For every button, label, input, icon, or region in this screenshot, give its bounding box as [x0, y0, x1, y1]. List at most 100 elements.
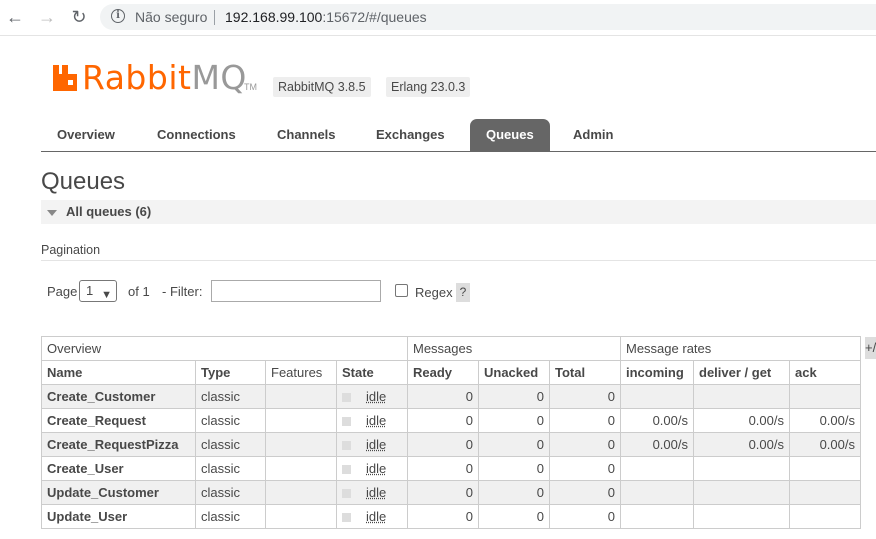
- tab-exchanges[interactable]: Exchanges: [360, 119, 461, 151]
- col-type[interactable]: Type: [195, 360, 266, 385]
- col-total[interactable]: Total: [549, 360, 621, 385]
- queue-type: classic: [195, 456, 266, 481]
- deliver-get-rate: [693, 456, 790, 481]
- ack-rate: 0.00/s: [789, 408, 861, 433]
- deliver-get-rate: [693, 480, 790, 505]
- state-indicator-icon: [342, 489, 351, 499]
- col-state[interactable]: State: [336, 360, 408, 385]
- url-path: :15672/#/queues: [322, 9, 427, 25]
- queue-state: idle: [336, 408, 408, 433]
- url-host: 192.168.99.100: [225, 9, 323, 25]
- total-count: 0: [549, 456, 621, 481]
- total-count: 0: [549, 432, 621, 457]
- queue-type: classic: [195, 504, 266, 529]
- tab-queues[interactable]: Queues: [470, 119, 550, 151]
- ack-rate: [789, 504, 861, 529]
- url-text[interactable]: 192.168.99.100:15672/#/queues: [225, 9, 427, 25]
- incoming-rate: [620, 384, 694, 409]
- state-label: idle: [366, 389, 387, 404]
- back-arrow-icon[interactable]: ←: [4, 6, 26, 28]
- tab-channels[interactable]: Channels: [261, 119, 352, 151]
- col-unacked[interactable]: Unacked: [478, 360, 550, 385]
- forward-arrow-icon[interactable]: →: [36, 6, 58, 28]
- group-message-rates: Message rates: [620, 336, 861, 361]
- queue-features: [265, 456, 337, 481]
- table-row[interactable]: Update_Customer classic idle 0 0 0: [41, 480, 861, 505]
- table-row[interactable]: Create_Customer classic idle 0 0 0: [41, 384, 861, 409]
- table-row[interactable]: Create_RequestPizza classic idle 0 0 0 0.00/s 0…: [41, 432, 861, 457]
- incoming-rate: [620, 456, 694, 481]
- queue-features: [265, 408, 337, 433]
- deliver-get-rate: 0.00/s: [693, 408, 790, 433]
- queue-name[interactable]: Update_User: [41, 504, 196, 529]
- logo-wordmark: RabbitMQ: [82, 58, 247, 97]
- tab-connections[interactable]: Connections: [141, 119, 252, 151]
- collapse-triangle-icon: [47, 210, 57, 216]
- incoming-rate: 0.00/s: [620, 408, 694, 433]
- table-row[interactable]: Create_Request classic idle 0 0 0 0.00/s 0.00/s…: [41, 408, 861, 433]
- incoming-rate: [620, 504, 694, 529]
- unacked-count: 0: [478, 504, 550, 529]
- state-indicator-icon: [342, 441, 351, 451]
- deliver-get-rate: 0.00/s: [693, 432, 790, 457]
- regex-checkbox[interactable]: [395, 284, 408, 297]
- state-indicator-icon: [342, 393, 351, 403]
- table-column-header: Name Type Features State Ready Unacked T…: [41, 360, 861, 385]
- queue-name[interactable]: Create_RequestPizza: [41, 432, 196, 457]
- queue-features: [265, 480, 337, 505]
- ack-rate: [789, 384, 861, 409]
- page-select-value: 1: [86, 283, 94, 298]
- col-ack[interactable]: ack: [789, 360, 861, 385]
- state-label: idle: [366, 437, 387, 452]
- table-row[interactable]: Create_User classic idle 0 0 0: [41, 456, 861, 481]
- queue-name[interactable]: Create_Customer: [41, 384, 196, 409]
- erlang-version: Erlang 23.0.3: [386, 77, 471, 97]
- regex-help-button[interactable]: ?: [456, 283, 470, 302]
- total-count: 0: [549, 504, 621, 529]
- unacked-count: 0: [478, 384, 550, 409]
- ready-count: 0: [407, 456, 479, 481]
- reload-icon[interactable]: ↻: [68, 6, 90, 28]
- address-separator: [214, 10, 215, 25]
- page-select[interactable]: 1 ▼: [79, 280, 117, 302]
- all-queues-label: All queues (6): [66, 204, 152, 219]
- queue-type: classic: [195, 480, 266, 505]
- queue-name[interactable]: Create_User: [41, 456, 196, 481]
- col-ready[interactable]: Ready: [407, 360, 479, 385]
- all-queues-toggle[interactable]: All queues (6): [41, 200, 876, 224]
- queue-state: idle: [336, 456, 408, 481]
- queue-features: [265, 384, 337, 409]
- deliver-get-rate: [693, 504, 790, 529]
- col-incoming[interactable]: incoming: [620, 360, 694, 385]
- pagination-divider: [41, 260, 876, 261]
- logo-trademark: TM: [244, 82, 257, 92]
- pagination-title: Pagination: [41, 243, 101, 257]
- state-indicator-icon: [342, 513, 351, 523]
- address-bar[interactable]: i Não seguro 192.168.99.100:15672/#/queu…: [100, 4, 876, 30]
- info-icon[interactable]: i: [111, 9, 125, 23]
- unacked-count: 0: [478, 408, 550, 433]
- table-row[interactable]: Update_User classic idle 0 0 0: [41, 504, 861, 529]
- queue-type: classic: [195, 384, 266, 409]
- incoming-rate: 0.00/s: [620, 432, 694, 457]
- logo-mq-text: MQ: [191, 58, 247, 97]
- queue-state: idle: [336, 384, 408, 409]
- ready-count: 0: [407, 432, 479, 457]
- state-indicator-icon: [342, 417, 351, 427]
- queue-type: classic: [195, 432, 266, 457]
- column-options-button[interactable]: +/-: [865, 337, 876, 359]
- tab-overview[interactable]: Overview: [41, 119, 131, 151]
- filter-input[interactable]: [211, 280, 381, 302]
- tab-admin[interactable]: Admin: [557, 119, 629, 151]
- queue-state: idle: [336, 504, 408, 529]
- page-count-label: of 1: [128, 284, 150, 299]
- security-status[interactable]: Não seguro: [135, 9, 207, 25]
- total-count: 0: [549, 384, 621, 409]
- group-messages: Messages: [407, 336, 621, 361]
- queue-name[interactable]: Update_Customer: [41, 480, 196, 505]
- col-name[interactable]: Name: [41, 360, 196, 385]
- queue-type: classic: [195, 408, 266, 433]
- queue-features: [265, 432, 337, 457]
- col-deliver-get[interactable]: deliver / get: [693, 360, 790, 385]
- queue-name[interactable]: Create_Request: [41, 408, 196, 433]
